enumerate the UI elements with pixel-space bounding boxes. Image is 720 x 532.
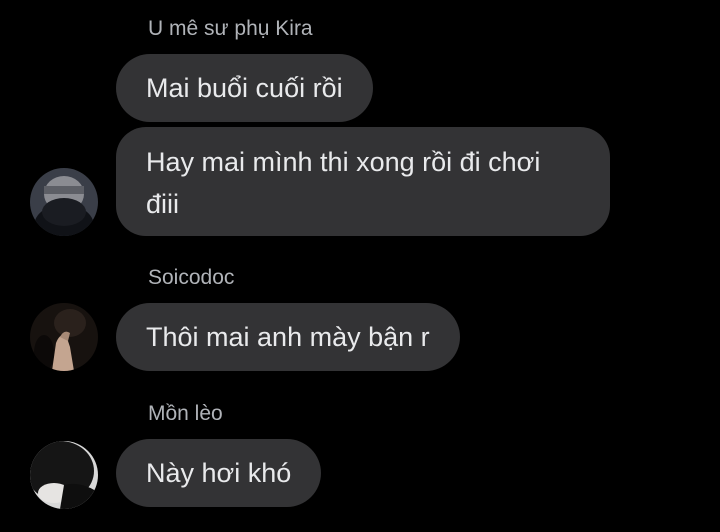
message-text: Thôi mai anh mày bận r [146,322,430,352]
message-bubble[interactable]: Thôi mai anh mày bận r [116,303,460,371]
sender-name: U mê sư phụ Kira [148,17,313,40]
masked-person-avatar-icon [30,168,98,236]
avatar[interactable] [30,303,98,371]
sender-name: Mồn lèo [148,402,223,425]
message-bubble[interactable]: Mai buổi cuối rồi [116,54,373,122]
avatar[interactable] [30,168,98,236]
message-text: Này hơi khó [146,458,292,488]
message-text: Hay mai mình thi xong rồi đi chơi điii [146,147,541,219]
dark-hair-avatar-icon [30,441,98,509]
sender-name: Soicodoc [148,266,235,289]
message-bubble[interactable]: Này hơi khó [116,439,322,507]
message-bubble[interactable]: Hay mai mình thi xong rồi đi chơi điii [116,127,610,236]
avatar[interactable] [30,441,98,509]
message-text: Mai buổi cuối rồi [146,73,343,103]
hand-selfie-avatar-icon [30,303,98,371]
